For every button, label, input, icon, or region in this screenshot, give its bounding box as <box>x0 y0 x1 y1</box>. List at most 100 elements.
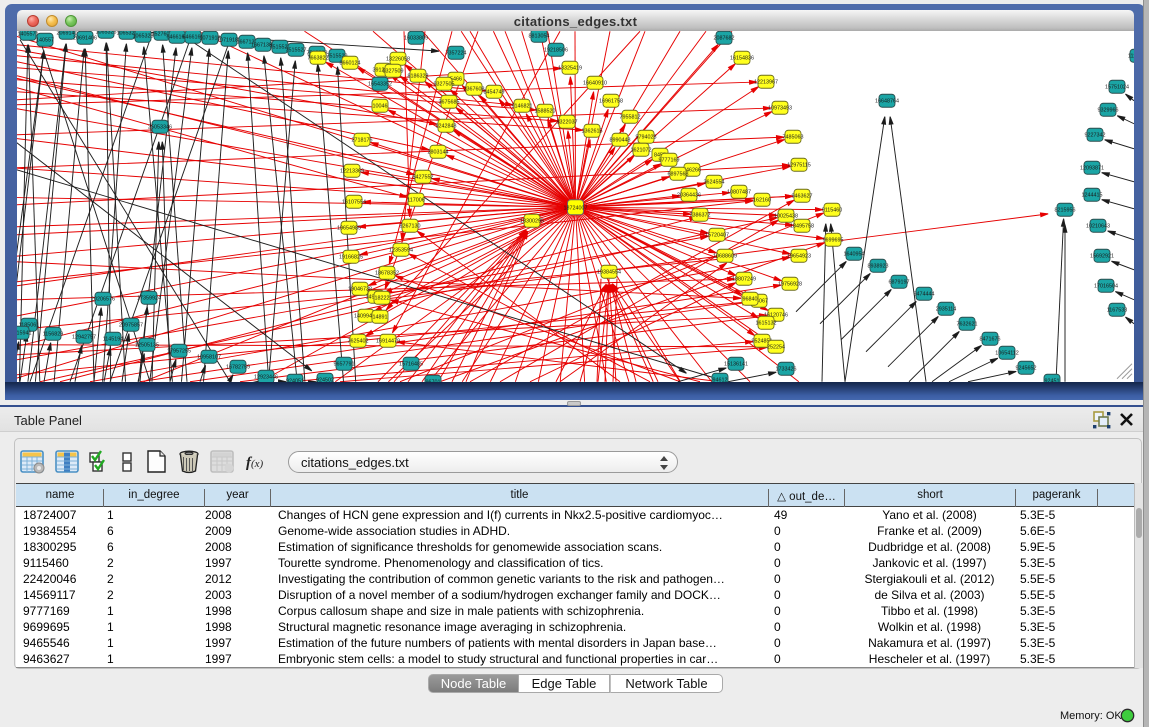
svg-text:10958107: 10958107 <box>197 355 221 361</box>
svg-text:1145194: 1145194 <box>103 337 124 343</box>
svg-text:9794028: 9794028 <box>636 135 657 141</box>
svg-text:10210643: 10210643 <box>1086 224 1110 230</box>
svg-text:924502: 924502 <box>316 378 334 382</box>
svg-text:924051: 924051 <box>286 379 304 382</box>
svg-text:20364436: 20364436 <box>677 193 701 199</box>
svg-text:10654112: 10654112 <box>995 351 1019 357</box>
svg-text:15136141: 15136141 <box>724 362 748 368</box>
svg-text:1362615: 1362615 <box>582 129 603 135</box>
svg-text:1065328: 1065328 <box>133 34 154 40</box>
svg-text:12923446: 12923446 <box>254 375 278 381</box>
svg-text:117006: 117006 <box>407 198 425 204</box>
svg-text:19756928: 19756928 <box>778 282 802 288</box>
svg-text:8186328: 8186328 <box>408 74 429 80</box>
svg-text:16914479: 16914479 <box>376 339 400 345</box>
svg-text:7485063: 7485063 <box>783 135 804 141</box>
svg-text:20691406: 20691406 <box>73 36 97 42</box>
svg-text:8938923: 8938923 <box>868 264 889 270</box>
svg-text:16648764: 16648764 <box>875 99 899 105</box>
svg-text:10973493: 10973493 <box>768 106 792 112</box>
svg-text:12975115: 12975115 <box>787 163 811 169</box>
svg-text:8322037: 8322037 <box>557 120 578 126</box>
svg-text:2087682: 2087682 <box>714 36 735 42</box>
svg-text:1621072: 1621072 <box>631 148 652 154</box>
svg-text:1588520: 1588520 <box>535 109 556 115</box>
svg-text:9267130: 9267130 <box>400 224 421 230</box>
svg-text:18222: 18222 <box>375 296 390 302</box>
svg-text:16640910: 16640910 <box>583 81 607 87</box>
svg-text:15692921: 15692921 <box>1090 254 1114 260</box>
svg-text:12505135: 12505135 <box>135 343 159 349</box>
svg-text:1244415: 1244415 <box>1082 193 1103 199</box>
svg-text:6879197: 6879197 <box>889 280 910 286</box>
svg-text:3915941: 3915941 <box>17 331 32 337</box>
svg-text:8471676: 8471676 <box>980 337 1001 343</box>
svg-text:16107554: 16107554 <box>342 200 366 206</box>
svg-text:9327509: 9327509 <box>383 69 404 75</box>
svg-text:7625402: 7625402 <box>348 339 369 345</box>
svg-text:7955812: 7955812 <box>620 115 641 121</box>
svg-text:17359924: 17359924 <box>137 296 161 302</box>
svg-text:16154836: 16154836 <box>730 56 754 62</box>
svg-text:19654923: 19654923 <box>787 254 811 260</box>
svg-text:18678352: 18678352 <box>375 271 399 277</box>
svg-text:19654985: 19654985 <box>337 226 361 232</box>
svg-text:18495758: 18495758 <box>790 224 814 230</box>
svg-text:9245652: 9245652 <box>1016 366 1037 372</box>
svg-text:16033809: 16033809 <box>404 36 428 42</box>
svg-text:252254: 252254 <box>767 345 785 351</box>
svg-text:9115460: 9115460 <box>822 208 843 214</box>
svg-text:7386372: 7386372 <box>690 213 711 219</box>
svg-text:12213369: 12213369 <box>340 169 364 175</box>
svg-text:15720407: 15720407 <box>705 233 729 239</box>
svg-text:19218506: 19218506 <box>544 48 568 54</box>
svg-text:18724007: 18724007 <box>564 205 588 211</box>
svg-text:14891: 14891 <box>373 315 388 321</box>
svg-text:9146821: 9146821 <box>512 104 533 110</box>
svg-text:6897568: 6897568 <box>668 172 689 178</box>
svg-text:162160: 162160 <box>753 198 771 204</box>
svg-text:9329966: 9329966 <box>1098 108 1119 114</box>
svg-text:2718176: 2718176 <box>352 138 373 144</box>
svg-text:92451: 92451 <box>1045 379 1060 382</box>
svg-text:8990448: 8990448 <box>610 138 631 144</box>
svg-text:18807249: 18807249 <box>732 277 756 283</box>
svg-text:9327505: 9327505 <box>434 82 455 88</box>
svg-text:8427552: 8427552 <box>413 175 434 181</box>
svg-text:17016504: 17016504 <box>1094 284 1118 290</box>
svg-text:19166825: 19166825 <box>339 255 363 261</box>
svg-text:9463627: 9463627 <box>792 194 813 200</box>
svg-text:140557: 140557 <box>36 38 54 44</box>
svg-text:16961758: 16961758 <box>599 99 623 105</box>
svg-text:8660124: 8660124 <box>340 61 361 67</box>
svg-text:3675685: 3675685 <box>439 100 460 106</box>
svg-text:1156829: 1156829 <box>43 332 64 338</box>
svg-text:19384554: 19384554 <box>597 270 621 276</box>
svg-text:16782759: 16782759 <box>226 365 250 371</box>
svg-text:17957255: 17957255 <box>167 349 191 355</box>
svg-text:7515527: 7515527 <box>286 48 307 54</box>
svg-text:18300295: 18300295 <box>520 219 544 225</box>
svg-text:15751024: 15751024 <box>1105 85 1129 91</box>
svg-text:1113254: 1113254 <box>1128 54 1134 60</box>
svg-text:10807487: 10807487 <box>727 190 751 196</box>
svg-text:9657791: 9657791 <box>334 362 355 368</box>
svg-text:96840: 96840 <box>743 297 758 303</box>
svg-text:12942757: 12942757 <box>72 335 96 341</box>
svg-text:13226058: 13226058 <box>386 57 410 63</box>
svg-text:1065326: 1065326 <box>96 31 117 36</box>
svg-text:16543352: 16543352 <box>368 82 392 88</box>
svg-text:10025438: 10025438 <box>774 214 798 220</box>
svg-text:15716485: 15716485 <box>399 362 423 368</box>
svg-text:94612: 94612 <box>713 378 728 382</box>
svg-text:20975857: 20975857 <box>119 323 143 329</box>
svg-text:2935114: 2935114 <box>936 307 957 313</box>
svg-text:2367608: 2367608 <box>464 87 485 93</box>
svg-text:2803144: 2803144 <box>428 150 449 156</box>
svg-text:25053346: 25053346 <box>148 125 172 131</box>
svg-text:8215956: 8215956 <box>1055 208 1076 214</box>
svg-text:9227342: 9227342 <box>1085 133 1106 139</box>
svg-text:9242848: 9242848 <box>436 124 457 130</box>
svg-text:12353594: 12353594 <box>389 248 413 254</box>
svg-text:1167533: 1167533 <box>1107 308 1128 314</box>
